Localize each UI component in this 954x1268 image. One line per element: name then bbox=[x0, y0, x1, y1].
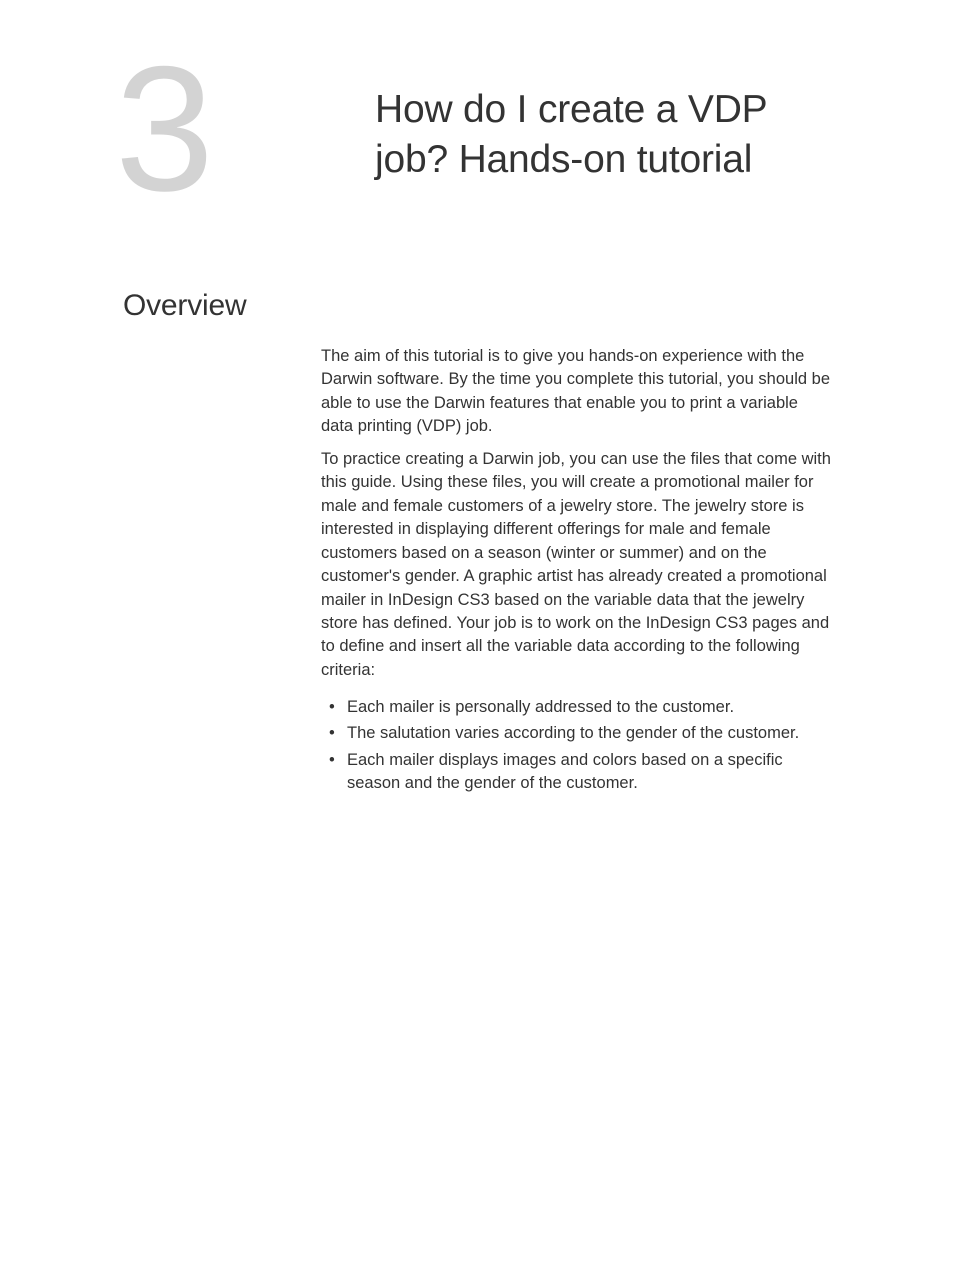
section-heading-overview: Overview bbox=[123, 289, 246, 323]
page: 3 How do I create a VDP job? Hands-on tu… bbox=[0, 0, 954, 1268]
chapter-title: How do I create a VDP job? Hands-on tuto… bbox=[375, 85, 845, 185]
list-item: The salutation varies according to the g… bbox=[321, 722, 831, 745]
overview-paragraph-1: The aim of this tutorial is to give you … bbox=[321, 345, 831, 439]
list-item: Each mailer is personally addressed to t… bbox=[321, 696, 831, 719]
chapter-number: 3 bbox=[115, 40, 210, 218]
overview-bullet-list: Each mailer is personally addressed to t… bbox=[321, 696, 831, 799]
overview-paragraph-2: To practice creating a Darwin job, you c… bbox=[321, 448, 831, 682]
list-item: Each mailer displays images and colors b… bbox=[321, 749, 831, 796]
